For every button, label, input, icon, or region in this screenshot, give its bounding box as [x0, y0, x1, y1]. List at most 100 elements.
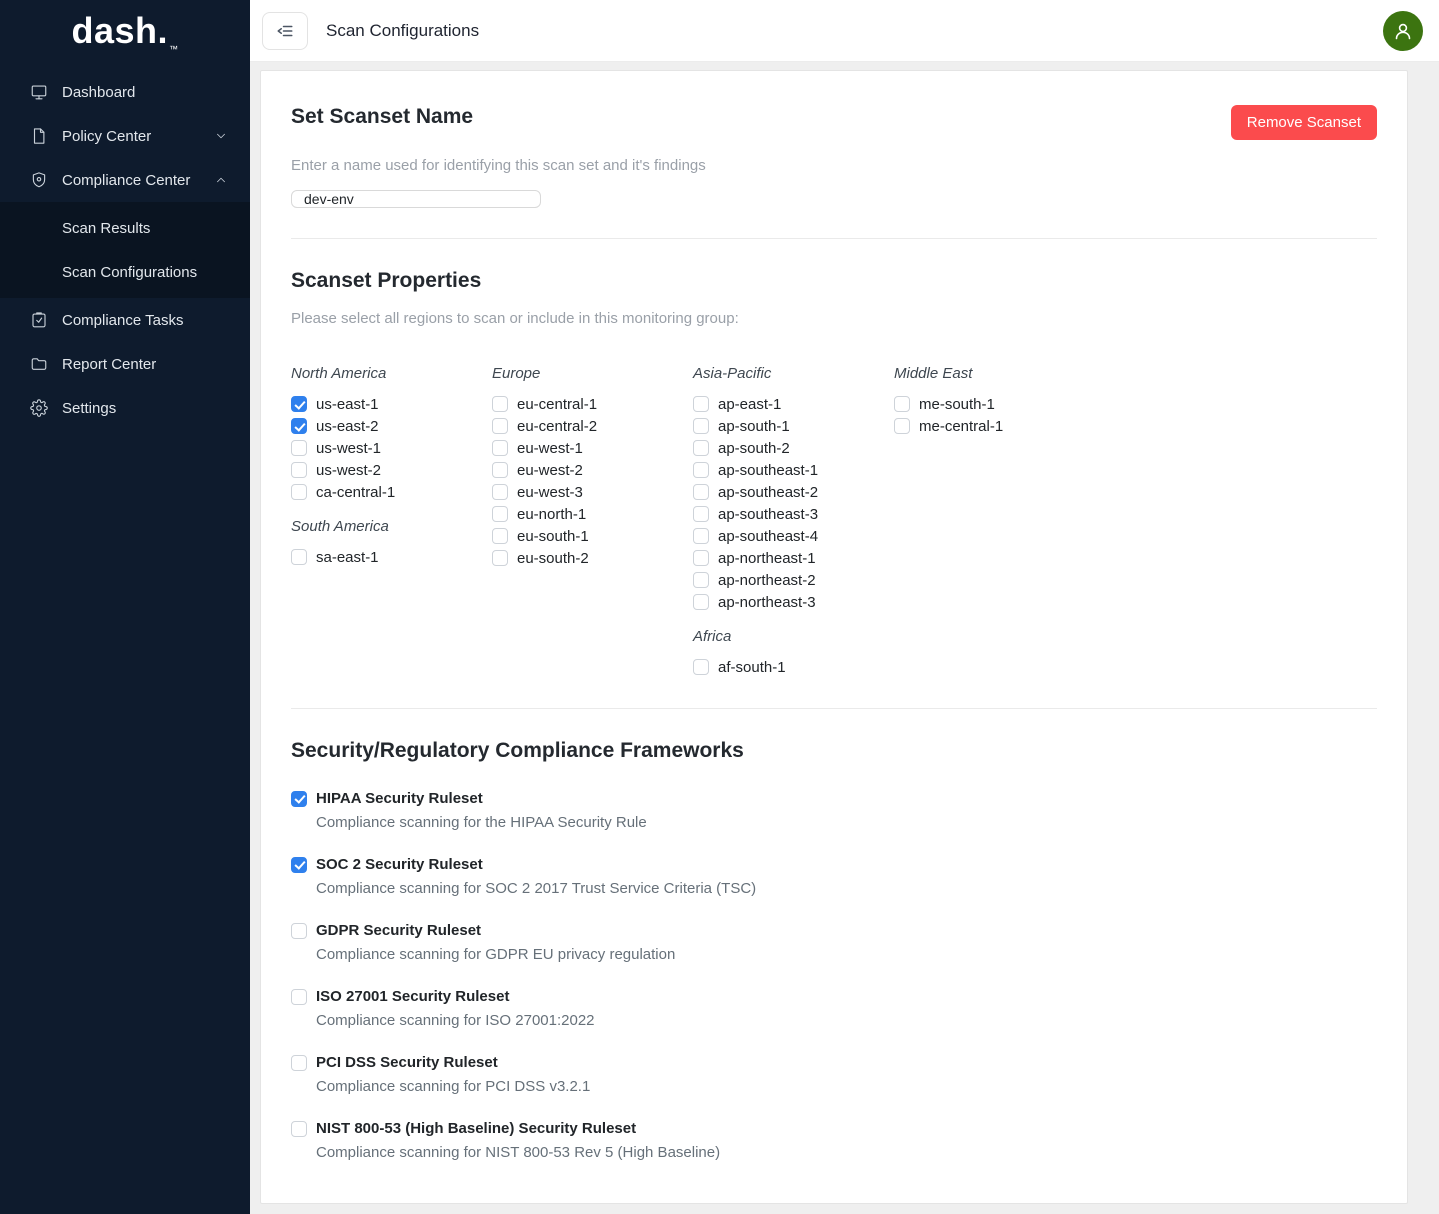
- frameworks-heading: Security/Regulatory Compliance Framework…: [291, 739, 1377, 763]
- region-label: ap-southeast-4: [718, 528, 818, 545]
- checkbox-soc2-ruleset[interactable]: SOC 2 Security Ruleset: [291, 856, 1377, 873]
- divider: [291, 238, 1377, 239]
- sidebar-item-scan-configurations[interactable]: Scan Configurations: [0, 250, 250, 294]
- region-label: us-east-1: [316, 396, 379, 413]
- logo: dash.™: [0, 0, 250, 64]
- region-label: eu-west-3: [517, 484, 583, 501]
- region-label: me-central-1: [919, 418, 1003, 435]
- sidebar-item-compliance-center[interactable]: Compliance Center: [0, 158, 250, 202]
- checkbox-icon: [693, 594, 709, 610]
- checkbox-ap-southeast-3[interactable]: ap-southeast-3: [693, 503, 894, 525]
- checkbox-icon: [693, 572, 709, 588]
- region-group-title: Africa: [693, 628, 894, 645]
- sidebar-item-label: Policy Center: [62, 128, 151, 145]
- user-avatar[interactable]: [1383, 11, 1423, 51]
- sidebar-item-report-center[interactable]: Report Center: [0, 342, 250, 386]
- checkbox-ap-east-1[interactable]: ap-east-1: [693, 393, 894, 415]
- checkbox-eu-west-3[interactable]: eu-west-3: [492, 481, 693, 503]
- checkbox-ca-central-1[interactable]: ca-central-1: [291, 481, 492, 503]
- sidebar-item-label: Scan Configurations: [62, 264, 197, 281]
- scanset-name-input[interactable]: [291, 190, 541, 208]
- checkbox-ap-southeast-1[interactable]: ap-southeast-1: [693, 459, 894, 481]
- sidebar-item-scan-results[interactable]: Scan Results: [0, 206, 250, 250]
- checkbox-eu-south-2[interactable]: eu-south-2: [492, 547, 693, 569]
- checkbox-us-west-1[interactable]: us-west-1: [291, 437, 492, 459]
- checkbox-icon: [492, 462, 508, 478]
- page-title: Scan Configurations: [326, 21, 479, 41]
- region-label: af-south-1: [718, 659, 786, 676]
- checkbox-ap-southeast-4[interactable]: ap-southeast-4: [693, 525, 894, 547]
- checkbox-ap-southeast-2[interactable]: ap-southeast-2: [693, 481, 894, 503]
- checkbox-icon: [492, 396, 508, 412]
- framework-description: Compliance scanning for NIST 800-53 Rev …: [316, 1144, 1377, 1161]
- checkbox-ap-northeast-2[interactable]: ap-northeast-2: [693, 569, 894, 591]
- checkbox-gdpr-ruleset[interactable]: GDPR Security Ruleset: [291, 922, 1377, 939]
- sidebar-item-label: Compliance Tasks: [62, 312, 183, 329]
- checkbox-hipaa-ruleset[interactable]: HIPAA Security Ruleset: [291, 790, 1377, 807]
- framework-label: PCI DSS Security Ruleset: [316, 1054, 498, 1071]
- checkbox-eu-central-2[interactable]: eu-central-2: [492, 415, 693, 437]
- sidebar-item-label: Dashboard: [62, 84, 135, 101]
- shield-icon: [30, 171, 48, 189]
- checkbox-icon: [291, 484, 307, 500]
- framework-description: Compliance scanning for the HIPAA Securi…: [316, 814, 1377, 831]
- checkbox-icon: [693, 550, 709, 566]
- checkbox-us-east-1[interactable]: us-east-1: [291, 393, 492, 415]
- checkbox-ap-south-1[interactable]: ap-south-1: [693, 415, 894, 437]
- region-label: eu-west-2: [517, 462, 583, 479]
- checkbox-icon: [291, 791, 307, 807]
- divider: [291, 708, 1377, 709]
- framework-description: Compliance scanning for ISO 27001:2022: [316, 1012, 1377, 1029]
- checkbox-af-south-1[interactable]: af-south-1: [693, 656, 894, 678]
- content-area: Set Scanset Name Remove Scanset Enter a …: [250, 62, 1439, 1214]
- sidebar-item-settings[interactable]: Settings: [0, 386, 250, 430]
- card-footer: Cancel Save Scanset Configurations: [291, 1186, 1377, 1214]
- checkbox-icon: [492, 550, 508, 566]
- checkbox-sa-east-1[interactable]: sa-east-1: [291, 546, 492, 568]
- framework-item-iso27001: ISO 27001 Security Ruleset Compliance sc…: [291, 988, 1377, 1029]
- region-label: ap-east-1: [718, 396, 781, 413]
- checkbox-icon: [693, 484, 709, 500]
- framework-label: HIPAA Security Ruleset: [316, 790, 483, 807]
- sidebar-item-policy-center[interactable]: Policy Center: [0, 114, 250, 158]
- checkbox-icon: [693, 418, 709, 434]
- checkbox-us-west-2[interactable]: us-west-2: [291, 459, 492, 481]
- checkbox-ap-south-2[interactable]: ap-south-2: [693, 437, 894, 459]
- checkbox-icon: [492, 418, 508, 434]
- remove-scanset-button[interactable]: Remove Scanset: [1231, 105, 1377, 140]
- checkbox-pcidss-ruleset[interactable]: PCI DSS Security Ruleset: [291, 1054, 1377, 1071]
- checkbox-icon: [693, 396, 709, 412]
- checkbox-nist-ruleset[interactable]: NIST 800-53 (High Baseline) Security Rul…: [291, 1120, 1377, 1137]
- checkbox-ap-northeast-3[interactable]: ap-northeast-3: [693, 591, 894, 613]
- checkbox-us-east-2[interactable]: us-east-2: [291, 415, 492, 437]
- region-label: ap-northeast-3: [718, 594, 816, 611]
- checkbox-icon: [492, 506, 508, 522]
- checkbox-eu-north-1[interactable]: eu-north-1: [492, 503, 693, 525]
- checkbox-me-central-1[interactable]: me-central-1: [894, 415, 1095, 437]
- checkbox-me-south-1[interactable]: me-south-1: [894, 393, 1095, 415]
- checkbox-ap-northeast-1[interactable]: ap-northeast-1: [693, 547, 894, 569]
- checkbox-iso27001-ruleset[interactable]: ISO 27001 Security Ruleset: [291, 988, 1377, 1005]
- chevron-up-icon: [214, 173, 228, 187]
- sidebar-collapse-button[interactable]: [262, 12, 308, 50]
- sidebar-item-dashboard[interactable]: Dashboard: [0, 70, 250, 114]
- checkbox-icon: [693, 659, 709, 675]
- sidebar-item-label: Report Center: [62, 356, 156, 373]
- region-column: Europe eu-central-1 eu-central-2 eu-west…: [492, 365, 693, 569]
- checkbox-icon: [291, 440, 307, 456]
- sidebar-item-compliance-tasks[interactable]: Compliance Tasks: [0, 298, 250, 342]
- region-label: sa-east-1: [316, 549, 379, 566]
- checkbox-icon: [894, 396, 910, 412]
- checkbox-eu-central-1[interactable]: eu-central-1: [492, 393, 693, 415]
- checkbox-icon: [693, 528, 709, 544]
- region-label: ap-southeast-1: [718, 462, 818, 479]
- region-label: eu-central-2: [517, 418, 597, 435]
- region-group-africa: Africa af-south-1: [693, 628, 894, 678]
- region-column: Middle East me-south-1 me-central-1: [894, 365, 1095, 437]
- checkbox-eu-west-2[interactable]: eu-west-2: [492, 459, 693, 481]
- frameworks-list: HIPAA Security Ruleset Compliance scanni…: [291, 790, 1377, 1186]
- logo-text: dash.: [71, 10, 168, 51]
- checkbox-eu-south-1[interactable]: eu-south-1: [492, 525, 693, 547]
- region-group-middle-east: Middle East me-south-1 me-central-1: [894, 365, 1095, 437]
- checkbox-eu-west-1[interactable]: eu-west-1: [492, 437, 693, 459]
